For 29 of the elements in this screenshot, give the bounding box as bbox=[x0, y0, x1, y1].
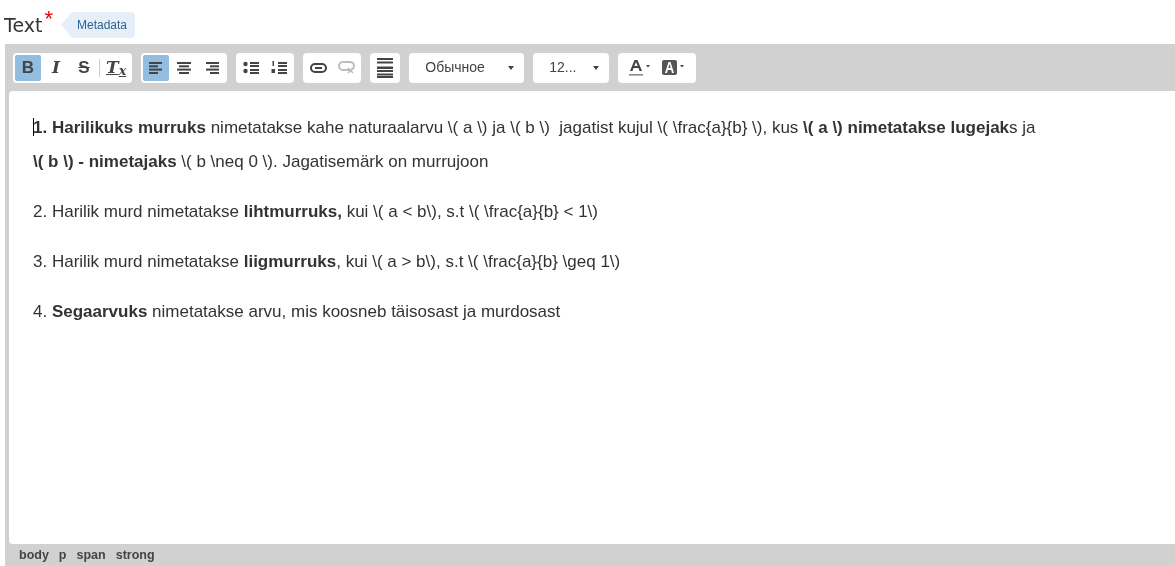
italic-button[interactable]: I bbox=[43, 54, 69, 81]
element-path-item[interactable]: p bbox=[58, 545, 67, 565]
text-cursor bbox=[33, 118, 34, 136]
required-mark: * bbox=[44, 8, 53, 30]
paragraph: 3. Harilik murd nimetatakse liigmurruks, kui \( a > b\), s.t \( \frac{a}{b} \geq 1\) bbox=[33, 251, 622, 273]
font-color-icon bbox=[628, 59, 653, 76]
horizontal-rule-icon bbox=[377, 57, 394, 78]
element-path-item[interactable]: body bbox=[19, 545, 49, 565]
unlink-icon bbox=[337, 61, 355, 74]
element-path-item[interactable]: strong bbox=[115, 545, 155, 565]
remove-format-button[interactable]: T$_{x}$ bbox=[102, 54, 131, 81]
align-left-button[interactable] bbox=[143, 54, 170, 81]
highlight-color-icon bbox=[662, 60, 687, 75]
align-left-icon bbox=[149, 61, 164, 74]
strikethrough-button[interactable]: S bbox=[71, 54, 97, 81]
paragraph: 2. Harilik murd nimetatakse lihtmurruks, kui \( a < b\), s.t \( \frac{a}{b} < 1\) bbox=[33, 201, 599, 223]
align-center-icon bbox=[177, 61, 192, 74]
font-size-dropdown[interactable]: 12... bbox=[533, 52, 610, 83]
paragraph: 4. Segaarvuks nimetatakse arvu, mis koosneb täisosast ja murdosast bbox=[33, 301, 562, 323]
bullet-list-icon bbox=[243, 61, 260, 74]
link-icon bbox=[309, 62, 327, 73]
field-label: Text bbox=[4, 12, 43, 38]
element-path-item[interactable]: span bbox=[76, 545, 106, 565]
align-right-icon bbox=[205, 61, 220, 74]
bold-button[interactable]: B bbox=[15, 54, 41, 81]
metadata-tag[interactable]: Metadata bbox=[61, 12, 136, 38]
paragraph: 1. Harilikuks murruks nimetatakse kahe naturaalarvu \( a \) ja \( b \) jagatist kujul \( \frac{a}{b} \), kus \( a \) nimetatakse lugejaks ja \( b \) - nimetajaks \( b \neq 0 \). Jagatisemärk on murrujoon bbox=[33, 117, 1037, 173]
format-dropdown[interactable]: Обычное bbox=[409, 52, 525, 83]
numbered-list-icon bbox=[271, 61, 288, 74]
